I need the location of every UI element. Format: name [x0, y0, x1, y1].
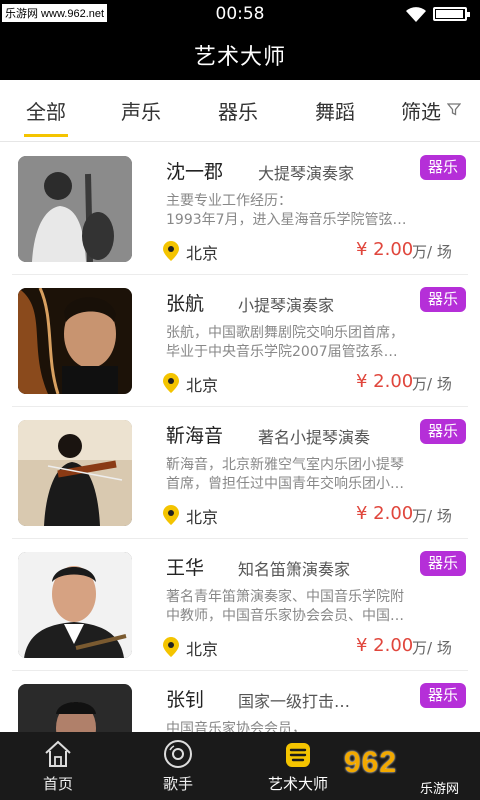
title-bar: 艺术大师	[0, 28, 480, 80]
tab-dance[interactable]: 舞蹈	[315, 96, 355, 125]
nav-masters[interactable]: 艺术大师	[248, 732, 348, 800]
artist-photo	[18, 288, 132, 394]
artist-name: 沈一郡	[166, 161, 224, 183]
artist-price: ¥ 2.00	[356, 635, 414, 656]
page-title: 艺术大师	[193, 45, 286, 70]
brand-watermark-sub: 乐游网	[420, 781, 460, 796]
artist-price: ¥ 2.00	[356, 239, 414, 260]
tab-instrumental[interactable]: 器乐	[218, 96, 258, 125]
artist-card[interactable]: 靳海音 著名小提琴演奏 器乐 靳海音，北京新雅空气室内乐团小提琴 首席，曾担任过…	[0, 407, 480, 539]
category-tabs: 全部 声乐 器乐 舞蹈 筛选	[0, 80, 480, 142]
master-icon	[286, 743, 310, 767]
artist-role: 知名笛箫演奏家	[238, 560, 351, 579]
artist-description: 靳海音，北京新雅空气室内乐团小提琴 首席，曾担任过中国青年交响乐团小…	[166, 457, 404, 492]
brand-watermark: 962 乐游网	[340, 740, 480, 800]
artist-card[interactable]: 张钊 国家一级打击… 器乐 中国音乐家协会会员，	[0, 671, 480, 732]
artist-price: ¥ 2.00	[356, 503, 414, 524]
category-badge: 器乐	[420, 551, 466, 576]
artist-role: 国家一级打击…	[238, 692, 351, 711]
nav-label: 歌手	[162, 775, 193, 793]
artist-card[interactable]: 王华 知名笛箫演奏家 器乐 著名青年笛箫演奏家、中国音乐学院附 中教师，中国音乐…	[0, 539, 480, 671]
disc-icon	[164, 740, 192, 768]
artist-description: 主要专业工作经历： 1993年7月，进入星海音乐学院管弦…	[166, 193, 407, 228]
status-bar: 乐游网 www.962.net 00:58	[0, 0, 480, 28]
artist-photo	[18, 156, 132, 262]
artist-name: 张钊	[166, 689, 205, 711]
artist-city: 北京	[186, 376, 219, 395]
artist-name: 张航	[166, 293, 205, 315]
tab-vocal[interactable]: 声乐	[121, 96, 161, 125]
category-badge: 器乐	[420, 287, 466, 312]
brand-watermark-main: 962	[344, 746, 398, 779]
price-unit: 万/ 场	[412, 639, 452, 657]
location-pin-icon	[163, 241, 179, 261]
artist-photo	[18, 552, 132, 658]
price-unit: 万/ 场	[412, 375, 452, 393]
artist-card[interactable]: 张航 小提琴演奏家 器乐 张航，中国歌剧舞剧院交响乐团首席， 毕业于中央音乐学院…	[0, 275, 480, 407]
home-icon	[45, 740, 71, 767]
artist-city: 北京	[186, 640, 219, 659]
artist-name: 靳海音	[166, 425, 224, 447]
category-badge: 器乐	[420, 683, 466, 708]
artist-description: 张航，中国歌剧舞剧院交响乐团首席， 毕业于中央音乐学院2007届管弦系…	[166, 325, 404, 360]
artist-city: 北京	[186, 244, 219, 263]
artist-role: 著名小提琴演奏	[258, 428, 371, 447]
nav-home[interactable]: 首页	[8, 732, 108, 800]
artist-list: 沈一郡 大提琴演奏家 器乐 主要专业工作经历： 1993年7月，进入星海音乐学院…	[0, 143, 480, 732]
price-unit: 万/ 场	[412, 243, 452, 261]
artist-price: ¥ 2.00	[356, 371, 414, 392]
price-unit: 万/ 场	[412, 507, 452, 525]
artist-city: 北京	[186, 508, 219, 527]
battery-icon	[433, 7, 470, 21]
tab-filter[interactable]: 筛选	[401, 96, 461, 125]
filter-icon	[447, 103, 461, 116]
nav-singers[interactable]: 歌手	[128, 732, 228, 800]
artist-description: 著名青年笛箫演奏家、中国音乐学院附 中教师，中国音乐家协会会员、中国…	[166, 589, 404, 624]
artist-card[interactable]: 沈一郡 大提琴演奏家 器乐 主要专业工作经历： 1993年7月，进入星海音乐学院…	[0, 143, 480, 275]
nav-label: 首页	[42, 775, 73, 793]
category-badge: 器乐	[420, 155, 466, 180]
artist-name: 王华	[166, 557, 205, 579]
artist-role: 大提琴演奏家	[258, 164, 355, 183]
wifi-icon	[406, 7, 426, 22]
artist-photo	[18, 420, 132, 526]
category-badge: 器乐	[420, 419, 466, 444]
location-pin-icon	[163, 373, 179, 393]
artist-role: 小提琴演奏家	[238, 296, 335, 315]
location-pin-icon	[163, 637, 179, 657]
artist-photo	[18, 684, 132, 732]
artist-description: 中国音乐家协会会员，	[166, 721, 306, 732]
location-pin-icon	[163, 505, 179, 525]
tab-all[interactable]: 全部	[24, 96, 68, 137]
nav-label: 艺术大师	[267, 775, 328, 793]
